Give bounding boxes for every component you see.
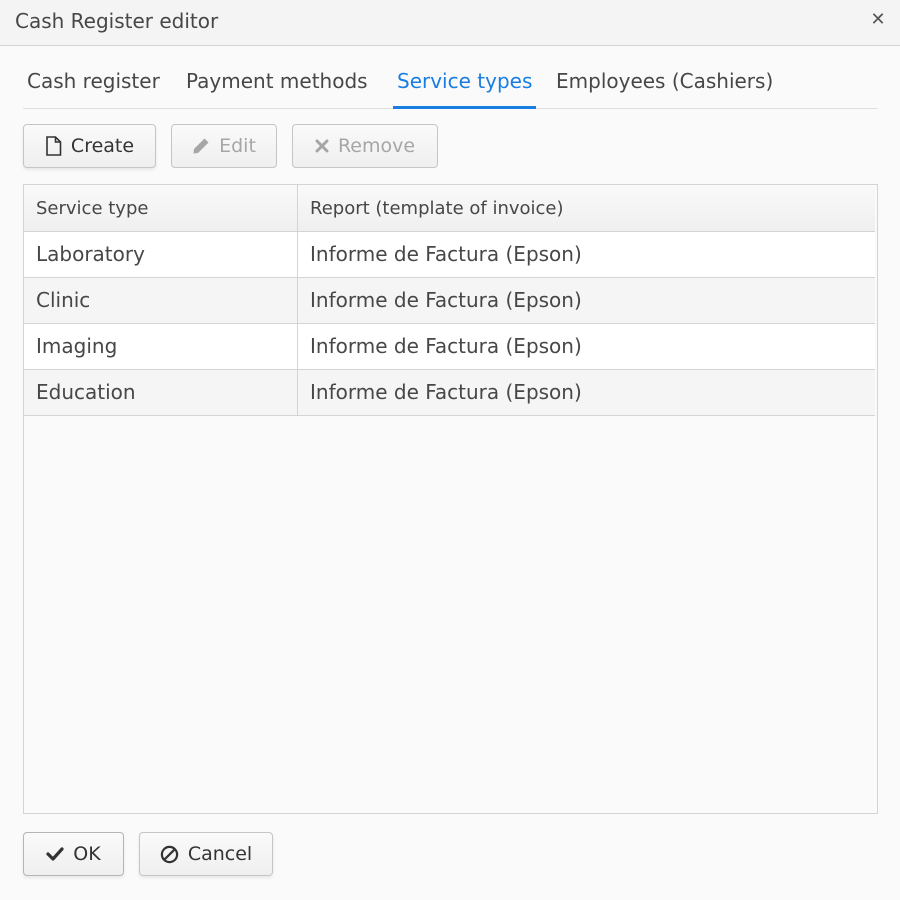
report-cell: Informe de Factura (Epson) (310, 334, 582, 358)
service-type-cell: Laboratory (24, 232, 298, 277)
tab-employees-cashiers[interactable]: Employees (Cashiers) (552, 64, 777, 109)
x-icon (315, 139, 329, 153)
edit-button[interactable]: Edit (171, 124, 277, 168)
column-header-service-type[interactable]: Service type (24, 185, 298, 231)
service-type-cell: Education (24, 370, 298, 415)
tab-bar: Cash register Payment methods Service ty… (23, 64, 878, 109)
title-bar: Cash Register editor ✕ (0, 0, 900, 46)
table-row[interactable]: Imaging Informe de Factura (Epson) (24, 324, 875, 370)
cancel-button-label: Cancel (187, 843, 253, 865)
window-title: Cash Register editor (15, 9, 219, 33)
tab-cash-register[interactable]: Cash register (23, 64, 164, 109)
remove-button[interactable]: Remove (292, 124, 438, 168)
cash-register-editor-window: Cash Register editor ✕ Cash register Pay… (0, 0, 900, 900)
ban-icon (160, 845, 179, 864)
table-row[interactable]: Education Informe de Factura (Epson) (24, 370, 875, 416)
table-row[interactable]: Clinic Informe de Factura (Epson) (24, 278, 875, 324)
close-icon[interactable]: ✕ (869, 10, 887, 30)
edit-button-label: Edit (219, 135, 256, 157)
pencil-icon (192, 137, 210, 155)
check-icon (46, 847, 64, 861)
cancel-button[interactable]: Cancel (139, 832, 273, 876)
report-cell: Informe de Factura (Epson) (310, 242, 582, 266)
tab-payment-methods[interactable]: Payment methods (182, 64, 372, 109)
service-type-cell: Clinic (24, 278, 298, 323)
ok-button-label: OK (73, 843, 101, 865)
tab-service-types[interactable]: Service types (393, 64, 537, 109)
grid-header: Service type Report (template of invoice… (24, 185, 875, 232)
service-type-cell: Imaging (24, 324, 298, 369)
table-row[interactable]: Laboratory Informe de Factura (Epson) (24, 232, 875, 278)
remove-button-label: Remove (337, 135, 416, 157)
create-button-label: Create (70, 135, 135, 157)
ok-button[interactable]: OK (23, 832, 124, 876)
column-header-report[interactable]: Report (template of invoice) (298, 185, 875, 231)
service-types-grid: Service type Report (template of invoice… (23, 184, 878, 814)
create-button[interactable]: Create (23, 124, 156, 168)
grid-body: Laboratory Informe de Factura (Epson) Cl… (24, 232, 875, 416)
report-cell: Informe de Factura (Epson) (310, 380, 582, 404)
document-icon (45, 136, 62, 156)
report-cell: Informe de Factura (Epson) (310, 288, 582, 312)
